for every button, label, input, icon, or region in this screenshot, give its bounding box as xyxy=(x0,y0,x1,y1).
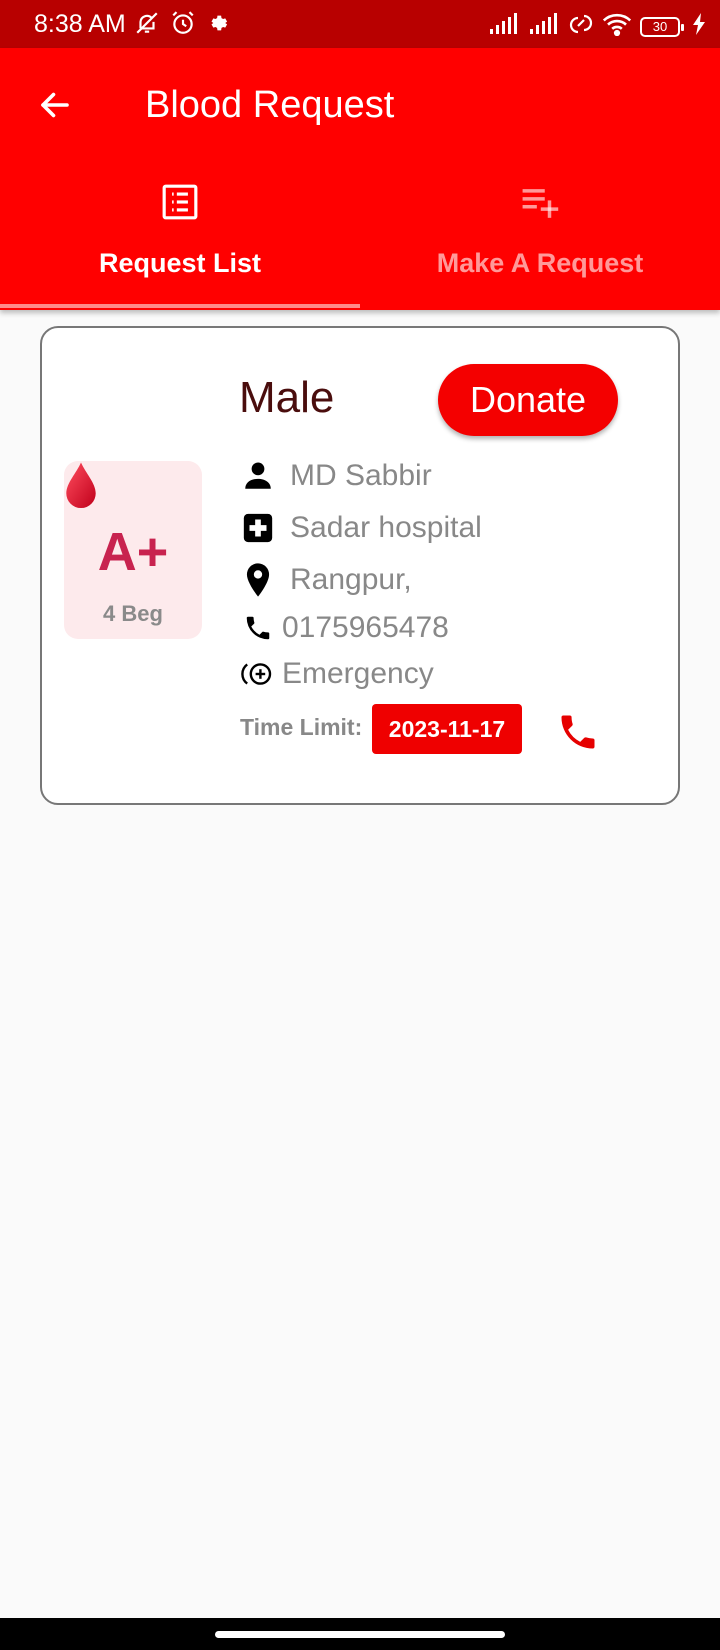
location-pin-icon xyxy=(240,562,276,598)
settings-icon xyxy=(206,12,228,39)
time-limit-date: 2023-11-17 xyxy=(372,704,522,754)
system-nav-bar xyxy=(0,1618,720,1650)
location-text: Rangpur, xyxy=(290,563,412,596)
arrow-back-icon xyxy=(41,92,69,118)
home-indicator[interactable] xyxy=(215,1631,505,1638)
donate-button[interactable]: Donate xyxy=(438,364,618,436)
signal-icon xyxy=(488,13,520,40)
alarm-icon xyxy=(170,10,196,41)
request-card[interactable]: Male Donate A+ 4 Beg MD Sabbir Sadar hos… xyxy=(40,326,680,805)
phone-row: 0175965478 xyxy=(240,610,449,646)
blood-drop-icon xyxy=(63,461,99,516)
hospital-row: Sadar hospital xyxy=(240,510,482,546)
hospital-name: Sadar hospital xyxy=(290,511,482,544)
playlist-add-icon xyxy=(519,178,561,226)
tab-label: Make A Request xyxy=(436,248,644,278)
emergency-icon xyxy=(240,656,276,692)
location-row: Rangpur, xyxy=(240,562,412,598)
status-bar: 8:38 AM 30 xyxy=(0,0,720,48)
tab-label: Request List xyxy=(98,248,262,278)
phone-icon xyxy=(561,715,595,749)
hospital-icon xyxy=(240,510,276,546)
phone-icon xyxy=(240,610,276,646)
battery-icon: 30 xyxy=(640,16,684,37)
list-icon xyxy=(161,178,199,226)
status-time: 8:38 AM xyxy=(34,10,126,38)
blood-group: A+ xyxy=(97,522,169,582)
tab-indicator xyxy=(0,304,360,308)
mute-icon xyxy=(134,10,160,41)
back-button[interactable] xyxy=(30,80,80,130)
blood-group-box: A+ 4 Beg xyxy=(64,461,202,639)
requester-name-row: MD Sabbir xyxy=(240,458,432,494)
person-icon xyxy=(240,458,276,494)
data-icon xyxy=(568,12,594,41)
time-limit-label: Time Limit: xyxy=(240,714,363,740)
urgency-row: Emergency xyxy=(240,656,434,692)
app-bar: Blood Request Request List Make A Reques… xyxy=(0,48,720,310)
tab-request-list[interactable]: Request List xyxy=(0,178,360,308)
bag-count: 4 Beg xyxy=(103,601,163,626)
urgency-text: Emergency xyxy=(282,657,434,690)
wifi-icon xyxy=(602,12,632,41)
charging-icon xyxy=(692,13,706,40)
requester-name: MD Sabbir xyxy=(290,459,432,492)
signal-icon xyxy=(528,13,560,40)
page-title: Blood Request xyxy=(145,84,395,126)
phone-number: 0175965478 xyxy=(282,611,449,644)
call-button[interactable] xyxy=(556,710,600,754)
gender-label: Male xyxy=(239,373,335,422)
tab-make-a-request[interactable]: Make A Request xyxy=(360,178,720,308)
